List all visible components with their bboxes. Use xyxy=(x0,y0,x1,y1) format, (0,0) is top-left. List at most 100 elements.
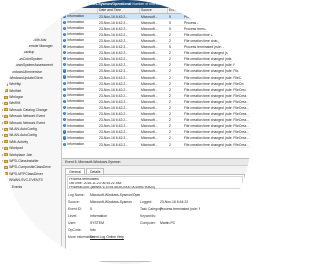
folder-icon xyxy=(4,133,8,137)
expand-arrow-icon[interactable] xyxy=(2,140,3,143)
cell-event-id: 2 xyxy=(169,106,171,110)
expand-arrow-icon[interactable] xyxy=(2,83,3,86)
folder-icon xyxy=(4,146,8,150)
expand-arrow-icon[interactable] xyxy=(2,76,3,79)
cell-event-id: 2 xyxy=(169,93,171,98)
property-value: SYSTEM xyxy=(90,221,104,225)
expand-arrow-icon[interactable] xyxy=(2,51,3,54)
information-icon: i xyxy=(63,45,67,49)
expand-arrow-icon[interactable] xyxy=(2,153,3,156)
cell-date: 23-Nov-16 6:42:2... xyxy=(99,63,129,68)
event-viewer-window: ...lender ...uters Firewall With Adv ...Wi… xyxy=(0,0,251,264)
cell-level: i Information xyxy=(62,32,98,37)
expand-arrow-icon[interactable] xyxy=(2,102,3,105)
column-task-category[interactable]: Task Category xyxy=(183,8,251,13)
expand-arrow-icon[interactable] xyxy=(2,147,3,150)
cell-task-category: File creation time changed (rule: FileCr… xyxy=(184,75,250,80)
cell-event-id: 5 xyxy=(169,26,171,31)
cell-task-category: File creation time changed (rule: FileCr… xyxy=(184,63,250,68)
property-value: Microsoft-Windows-Sysmon/Operational xyxy=(90,193,140,197)
expand-arrow-icon[interactable] xyxy=(2,128,3,131)
column-date[interactable]: Date and Time xyxy=(98,8,140,13)
cell-source: Microsoft... xyxy=(141,63,158,68)
cell-date: 23-Nov-16 6:42:2... xyxy=(99,142,129,147)
cell-date: 23-Nov-16 6:42:2... xyxy=(99,81,129,86)
cell-task-category: File creation time changed (rule: FileCr… xyxy=(184,106,250,110)
expand-arrow-icon[interactable] xyxy=(2,172,3,175)
property-row: User: SYSTEM Computer: Martin-PC xyxy=(68,220,244,227)
property-value: Martin-PC xyxy=(160,221,176,225)
cell-date: 23-Nov-16 6:42:2... xyxy=(99,93,129,98)
column-level[interactable]: Level xyxy=(62,8,98,13)
level-text: Information xyxy=(67,111,85,116)
information-icon: i xyxy=(63,124,67,128)
level-text: Information xyxy=(67,14,85,19)
tree-item-label: WWAN-SVC-EVENTS xyxy=(9,178,43,183)
cell-level: i Information xyxy=(62,105,98,110)
cell-level: i Information xyxy=(62,50,98,55)
folder-icon xyxy=(4,57,8,61)
cell-date: 23-Nov-16 6:42:2... xyxy=(99,32,129,37)
event-message[interactable]: Process terminated: UtcTime: 2016-11-23 … xyxy=(67,176,243,189)
property-value: Information xyxy=(90,214,107,218)
folder-icon xyxy=(4,95,8,99)
cell-event-id: 2 xyxy=(169,130,171,135)
level-text: Information xyxy=(67,87,85,92)
level-text: Information xyxy=(67,44,85,49)
expand-arrow-icon[interactable] xyxy=(2,166,3,169)
property-value xyxy=(160,213,200,220)
cell-event-id: 5 xyxy=(169,14,171,19)
expand-arrow-icon[interactable] xyxy=(2,121,3,124)
cell-date: 23-Nov-16 6:42:2... xyxy=(99,112,129,117)
folder-icon xyxy=(4,108,8,112)
cell-task-category: File creation time changed (rule: FileCr… xyxy=(184,57,250,62)
expand-arrow-icon[interactable] xyxy=(2,57,3,60)
information-icon: i xyxy=(63,14,67,18)
tree-item-label: Winsock Network Event xyxy=(9,120,45,125)
level-text: Information xyxy=(67,68,85,73)
cell-task-category: File creation time changed (rule: FileCr… xyxy=(184,142,250,147)
tree-item-label: WindowsUIImmersive xyxy=(9,69,42,74)
log-name: Microsoft-Windows-Sysmon/Operational xyxy=(66,2,132,6)
tree-item-label: WinINet xyxy=(9,88,22,93)
cell-event-id: 2 xyxy=(169,63,171,68)
tree-item[interactable]: ...Events xyxy=(0,183,61,189)
property-label: More Information: xyxy=(68,235,95,239)
information-icon: i xyxy=(63,63,67,67)
cell-event-id: 2 xyxy=(169,112,171,117)
cell-date: 23-Nov-16 6:42:2... xyxy=(99,106,129,110)
expand-arrow-icon[interactable] xyxy=(2,134,3,137)
folder-icon xyxy=(4,165,8,169)
cell-date: 23-Nov-16 6:42:2... xyxy=(99,130,129,135)
cell-level: i Information xyxy=(62,117,98,122)
tree-item-label: WinHttp xyxy=(9,82,22,87)
cell-task-category: File creation time changed (rule: FileCr… xyxy=(184,51,250,56)
level-text: Information xyxy=(67,75,85,80)
column-source[interactable]: Source xyxy=(140,8,168,13)
cell-date: 23-Nov-16 6:42:2... xyxy=(99,99,129,104)
cell-source: Microsoft... xyxy=(141,32,158,37)
level-text: Information xyxy=(67,32,85,37)
online-help-link[interactable]: Event Log Online Help xyxy=(90,234,140,241)
cell-task-category: Process terminated (rule: Proce... xyxy=(184,20,235,25)
cell-source: Microsoft... xyxy=(141,118,158,123)
cell-level: i Information xyxy=(62,38,98,43)
expand-arrow-icon[interactable] xyxy=(2,64,3,67)
event-row[interactable]: i Information 23-Nov-16 6:42:2... Microsoft… xyxy=(62,142,251,148)
cell-level: i Information xyxy=(62,142,98,147)
tree-item-label: Workplace Join xyxy=(9,152,33,157)
expand-arrow-icon[interactable] xyxy=(2,70,3,73)
cell-level: i Information xyxy=(62,111,98,116)
expand-arrow-icon[interactable] xyxy=(2,115,3,118)
cell-level: i Information xyxy=(62,20,98,25)
information-icon: i xyxy=(63,69,67,73)
cell-source: Microsoft... xyxy=(141,14,158,19)
property-label: OpCode: xyxy=(68,228,82,232)
expand-arrow-icon[interactable] xyxy=(2,89,3,92)
information-icon: i xyxy=(63,26,67,30)
expand-arrow-icon[interactable] xyxy=(2,108,3,111)
expand-arrow-icon[interactable] xyxy=(2,160,3,162)
cell-task-category: File creation time changed (rule: FileCr… xyxy=(184,130,250,135)
column-event-id[interactable]: Event ID xyxy=(168,8,183,13)
expand-arrow-icon[interactable] xyxy=(2,96,3,99)
